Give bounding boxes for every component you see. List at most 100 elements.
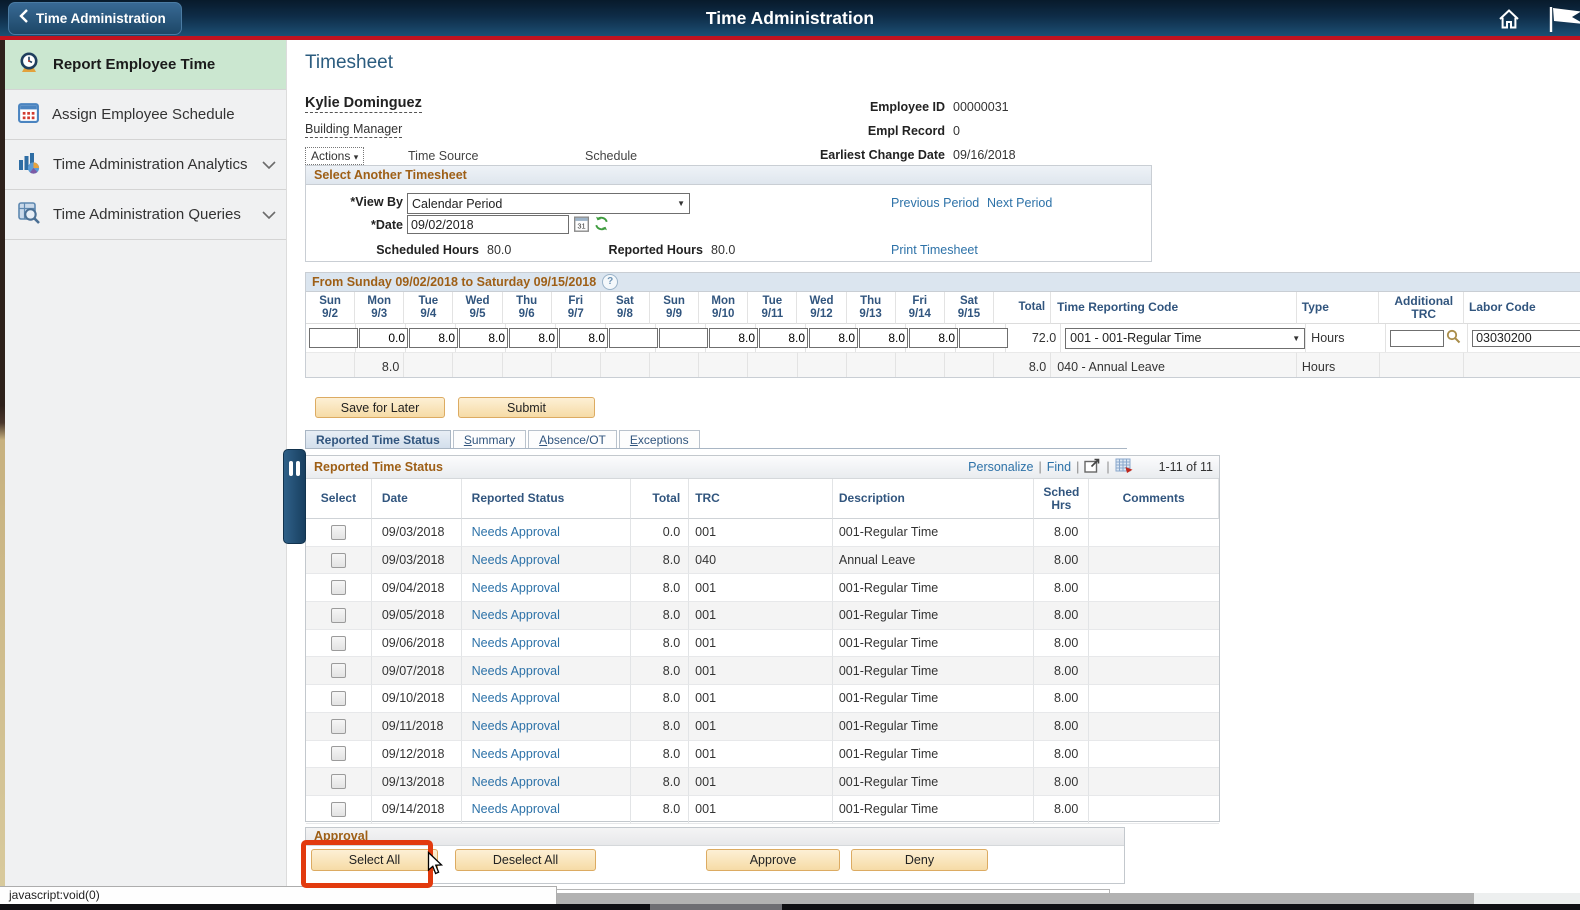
reported-status-link[interactable]: Needs Approval: [472, 719, 560, 733]
trc-dropdown[interactable]: 001 - 001-Regular Time ▼: [1065, 327, 1306, 349]
grid-day-header: Fri 9/14: [895, 292, 945, 324]
reported-status-link[interactable]: Needs Approval: [472, 775, 560, 789]
tab-summary[interactable]: Summary: [452, 430, 527, 449]
grid-day-header: Tue 9/4: [404, 292, 454, 324]
print-timesheet-link[interactable]: Print Timesheet: [891, 243, 978, 257]
day-hours-input[interactable]: [359, 328, 408, 348]
day-hours-input[interactable]: [559, 328, 608, 348]
employee-info: Employee ID 00000031 Empl Record 0 Earliest …: [700, 100, 1150, 172]
tab-reported-time-status[interactable]: Reported Time Status: [305, 430, 451, 449]
approve-button[interactable]: Approve: [706, 849, 840, 871]
download-grid-icon[interactable]: [1115, 458, 1133, 476]
employee-name-link[interactable]: Kylie Dominguez: [305, 95, 422, 113]
table-row: 09/10/2018 Needs Approval 8.0 001 001-Regula…: [306, 685, 1219, 713]
sidebar-item-time-administration-analytics[interactable]: Time Administration Analytics: [5, 140, 286, 190]
previous-period-link[interactable]: Previous Period: [891, 196, 979, 210]
tab-absence-ot[interactable]: Absence/OT: [528, 430, 617, 449]
date-cell: 09/13/2018: [371, 768, 462, 796]
sidebar-item-assign-employee-schedule[interactable]: Assign Employee Schedule: [5, 90, 286, 140]
day-hours-input[interactable]: [609, 328, 658, 348]
day-hours-input[interactable]: [509, 328, 558, 348]
description-cell: 001-Regular Time: [832, 712, 1035, 741]
tab-exceptions[interactable]: Exceptions: [618, 430, 700, 449]
date-label: *Date: [371, 218, 403, 232]
day-hours-input[interactable]: [459, 328, 508, 348]
row-checkbox[interactable]: [330, 746, 346, 762]
row-checkbox[interactable]: [330, 607, 346, 623]
reported-status-link[interactable]: Needs Approval: [472, 664, 560, 678]
chevron-down-icon[interactable]: [262, 156, 276, 173]
refresh-icon[interactable]: [594, 216, 609, 236]
grid-day-cell: [756, 324, 808, 352]
actions-dropdown[interactable]: Actions ▾: [305, 147, 365, 165]
save-for-later-button[interactable]: Save for Later: [315, 397, 445, 418]
reported-status-link[interactable]: Needs Approval: [472, 802, 560, 816]
reported-status-link[interactable]: Needs Approval: [472, 553, 560, 567]
day-hours-input[interactable]: [409, 328, 458, 348]
row-checkbox[interactable]: [330, 663, 346, 679]
description-cell: 001-Regular Time: [832, 740, 1035, 769]
grid-day-cell: [895, 352, 946, 377]
day-hours-input[interactable]: [759, 328, 808, 348]
day-hours-input[interactable]: [909, 328, 958, 348]
row-checkbox[interactable]: [330, 524, 346, 540]
personalize-link[interactable]: Personalize: [968, 460, 1033, 474]
select-cell: [306, 519, 372, 547]
employee-role-link[interactable]: Building Manager: [305, 122, 403, 138]
chevron-down-icon[interactable]: [262, 206, 276, 223]
find-link[interactable]: Find: [1047, 460, 1071, 474]
additional-trc-input[interactable]: [1390, 329, 1445, 347]
submit-button[interactable]: Submit: [458, 397, 595, 418]
select-cell: [306, 712, 372, 741]
day-hours-input[interactable]: [659, 328, 708, 348]
day-hours-input[interactable]: [859, 328, 908, 348]
day-hours-input[interactable]: [309, 328, 358, 348]
row-checkbox[interactable]: [330, 635, 346, 651]
day-hours-input[interactable]: [809, 328, 858, 348]
help-icon[interactable]: ?: [602, 274, 619, 290]
sidebar-item-time-administration-queries[interactable]: Time Administration Queries: [5, 190, 286, 240]
status-bar: javascript:void(0): [0, 886, 557, 904]
home-icon[interactable]: [1497, 8, 1521, 35]
day-hours-input[interactable]: [709, 328, 758, 348]
trc-value: 040 - Annual Leave: [1057, 359, 1165, 374]
reported-table-header: Select Date Reported Status Total TRC Descrip…: [306, 479, 1219, 519]
reported-status-link[interactable]: Needs Approval: [472, 525, 560, 539]
row-checkbox[interactable]: [330, 580, 346, 596]
description-cell: 001-Regular Time: [832, 574, 1035, 603]
sidebar-item-report-employee-time[interactable]: Report Employee Time: [5, 40, 286, 90]
labor-code-input[interactable]: [1472, 329, 1580, 347]
deny-button[interactable]: Deny: [851, 849, 988, 871]
next-period-link[interactable]: Next Period: [987, 196, 1052, 210]
section-drag-handle[interactable]: [283, 449, 306, 544]
lookup-icon[interactable]: [1446, 329, 1461, 347]
approval-section-title: Approval: [306, 828, 1124, 846]
trc-dropdown-value: 001 - 001-Regular Time: [1070, 331, 1202, 345]
row-checkbox[interactable]: [330, 801, 346, 817]
reported-status-link[interactable]: Needs Approval: [472, 636, 560, 650]
reported-status-link[interactable]: Needs Approval: [472, 747, 560, 761]
date-input[interactable]: [407, 215, 569, 234]
view-all-icon[interactable]: [1084, 458, 1101, 476]
info-value: 00000031: [953, 100, 1009, 114]
calendar-picker-icon[interactable]: 31: [573, 216, 590, 237]
row-checkbox[interactable]: [330, 774, 346, 790]
comments-cell: [1089, 796, 1219, 824]
select-all-button[interactable]: Select All: [311, 849, 438, 871]
deselect-all-button[interactable]: Deselect All: [455, 849, 596, 871]
actions-caret-icon: ▾: [353, 152, 359, 162]
select-cell: [306, 740, 372, 769]
reported-status-link[interactable]: Needs Approval: [472, 608, 560, 622]
flag-icon[interactable]: [1548, 6, 1580, 37]
reported-status-link[interactable]: Needs Approval: [472, 691, 560, 705]
select-cell: [306, 629, 372, 658]
view-by-dropdown[interactable]: Calendar Period ▼: [407, 193, 690, 214]
actions-label: Actions: [311, 149, 351, 163]
row-checkbox[interactable]: [330, 552, 346, 568]
time-source-label: Time Source: [408, 149, 479, 163]
row-checkbox[interactable]: [330, 690, 346, 706]
trc-cell: 001: [689, 768, 833, 796]
reported-status-link[interactable]: Needs Approval: [472, 581, 560, 595]
day-hours-input[interactable]: [959, 328, 1008, 348]
row-checkbox[interactable]: [330, 718, 346, 734]
